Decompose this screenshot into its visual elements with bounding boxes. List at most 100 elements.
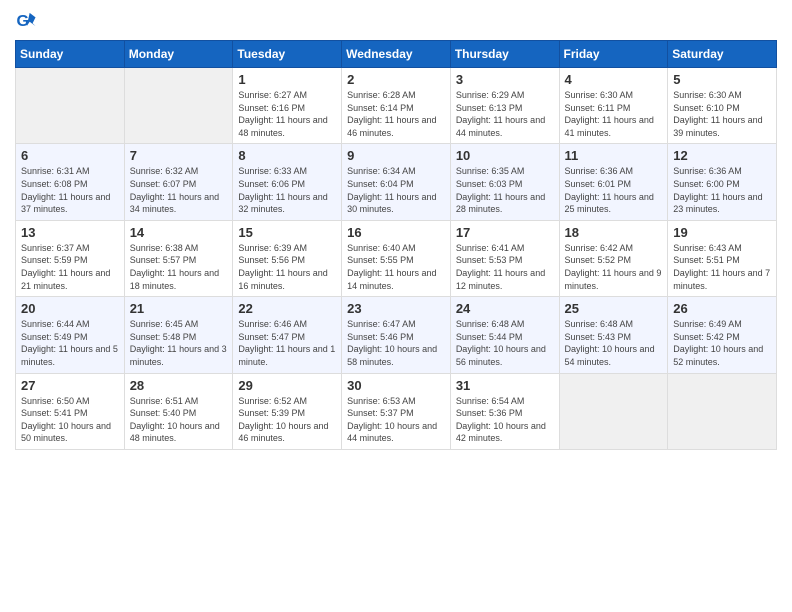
calendar-cell: 5 Sunrise: 6:30 AMSunset: 6:10 PMDaylight… [668, 68, 777, 144]
calendar-cell: 21 Sunrise: 6:45 AMSunset: 5:48 PMDayligh… [124, 297, 233, 373]
day-detail: Sunrise: 6:41 AMSunset: 5:53 PMDaylight:… [456, 242, 554, 292]
calendar-cell: 23Sunrise: 6:47 AMSunset: 5:46 PMDayligh… [342, 297, 451, 373]
day-number: 7 [130, 148, 228, 163]
day-detail: Sunrise: 6:48 AMSunset: 5:43 PMDaylight:… [565, 318, 663, 368]
day-detail: Sunrise: 6:54 AMSunset: 5:36 PMDaylight:… [456, 395, 554, 445]
day-number: 17 [456, 225, 554, 240]
calendar-cell: 31 Sunrise: 6:54 AMSunset: 5:36 PMDayligh… [450, 373, 559, 449]
day-number: 3 [456, 72, 554, 87]
day-detail: Sunrise: 6:42 AMSunset: 5:52 PMDaylight:… [565, 242, 663, 292]
col-friday: Friday [559, 41, 668, 68]
day-number: 5 [673, 72, 771, 87]
day-detail: Sunrise: 6:46 AMSunset: 5:47 PMDaylight:… [238, 318, 336, 368]
day-number: 30 [347, 378, 445, 393]
calendar-cell: 26 Sunrise: 6:49 AMSunset: 5:42 PMDayligh… [668, 297, 777, 373]
day-number: 11 [565, 148, 663, 163]
calendar-cell [16, 68, 125, 144]
day-number: 25 [565, 301, 663, 316]
col-saturday: Saturday [668, 41, 777, 68]
calendar-cell [559, 373, 668, 449]
day-number: 31 [456, 378, 554, 393]
day-detail: Sunrise: 6:30 AMSunset: 6:10 PMDaylight:… [673, 89, 771, 139]
col-wednesday: Wednesday [342, 41, 451, 68]
day-detail: Sunrise: 6:37 AMSunset: 5:59 PMDaylight:… [21, 242, 119, 292]
day-detail: Sunrise: 6:36 AMSunset: 6:00 PMDaylight:… [673, 165, 771, 215]
day-number: 13 [21, 225, 119, 240]
day-detail: Sunrise: 6:53 AMSunset: 5:37 PMDaylight:… [347, 395, 445, 445]
calendar-header-row: Sunday Monday Tuesday Wednesday Thursday… [16, 41, 777, 68]
logo: G [15, 10, 41, 32]
day-detail: Sunrise: 6:43 AMSunset: 5:51 PMDaylight:… [673, 242, 771, 292]
calendar-cell: 12Sunrise: 6:36 AMSunset: 6:00 PMDayligh… [668, 144, 777, 220]
calendar-cell: 22 Sunrise: 6:46 AMSunset: 5:47 PMDayligh… [233, 297, 342, 373]
calendar-cell: 2 Sunrise: 6:28 AMSunset: 6:14 PMDaylight… [342, 68, 451, 144]
calendar-cell: 16 Sunrise: 6:40 AMSunset: 5:55 PMDayligh… [342, 220, 451, 296]
day-number: 2 [347, 72, 445, 87]
day-number: 20 [21, 301, 119, 316]
day-detail: Sunrise: 6:51 AMSunset: 5:40 PMDaylight:… [130, 395, 228, 445]
day-number: 18 [565, 225, 663, 240]
page-header: G [15, 10, 777, 32]
calendar-cell: 30 Sunrise: 6:53 AMSunset: 5:37 PMDayligh… [342, 373, 451, 449]
calendar-cell: 19 Sunrise: 6:43 AMSunset: 5:51 PMDayligh… [668, 220, 777, 296]
day-detail: Sunrise: 6:49 AMSunset: 5:42 PMDaylight:… [673, 318, 771, 368]
day-number: 1 [238, 72, 336, 87]
calendar-cell: 29Sunrise: 6:52 AMSunset: 5:39 PMDayligh… [233, 373, 342, 449]
day-number: 14 [130, 225, 228, 240]
svg-text:G: G [16, 12, 29, 30]
calendar-cell [124, 68, 233, 144]
day-number: 4 [565, 72, 663, 87]
calendar-cell: 11Sunrise: 6:36 AMSunset: 6:01 PMDayligh… [559, 144, 668, 220]
calendar-cell: 15Sunrise: 6:39 AMSunset: 5:56 PMDayligh… [233, 220, 342, 296]
day-detail: Sunrise: 6:28 AMSunset: 6:14 PMDaylight:… [347, 89, 445, 139]
calendar-cell: 17 Sunrise: 6:41 AMSunset: 5:53 PMDayligh… [450, 220, 559, 296]
day-detail: Sunrise: 6:45 AMSunset: 5:48 PMDaylight:… [130, 318, 228, 368]
col-sunday: Sunday [16, 41, 125, 68]
calendar-cell: 14 Sunrise: 6:38 AMSunset: 5:57 PMDayligh… [124, 220, 233, 296]
logo-icon: G [15, 10, 37, 32]
day-number: 27 [21, 378, 119, 393]
day-number: 19 [673, 225, 771, 240]
calendar-cell: 27 Sunrise: 6:50 AMSunset: 5:41 PMDayligh… [16, 373, 125, 449]
day-number: 24 [456, 301, 554, 316]
day-detail: Sunrise: 6:33 AMSunset: 6:06 PMDaylight:… [238, 165, 336, 215]
calendar-cell: 8 Sunrise: 6:33 AMSunset: 6:06 PMDaylight… [233, 144, 342, 220]
calendar-cell: 10 Sunrise: 6:35 AMSunset: 6:03 PMDayligh… [450, 144, 559, 220]
day-detail: Sunrise: 6:48 AMSunset: 5:44 PMDaylight:… [456, 318, 554, 368]
day-number: 29 [238, 378, 336, 393]
day-number: 15 [238, 225, 336, 240]
day-detail: Sunrise: 6:27 AMSunset: 6:16 PMDaylight:… [238, 89, 336, 139]
day-number: 22 [238, 301, 336, 316]
calendar-cell: 13 Sunrise: 6:37 AMSunset: 5:59 PMDayligh… [16, 220, 125, 296]
day-number: 8 [238, 148, 336, 163]
calendar-cell: 7 Sunrise: 6:32 AMSunset: 6:07 PMDaylight… [124, 144, 233, 220]
calendar-cell: 4Sunrise: 6:30 AMSunset: 6:11 PMDaylight… [559, 68, 668, 144]
day-number: 10 [456, 148, 554, 163]
day-number: 16 [347, 225, 445, 240]
calendar-cell [668, 373, 777, 449]
calendar-cell: 24 Sunrise: 6:48 AMSunset: 5:44 PMDayligh… [450, 297, 559, 373]
day-number: 26 [673, 301, 771, 316]
day-detail: Sunrise: 6:35 AMSunset: 6:03 PMDaylight:… [456, 165, 554, 215]
day-detail: Sunrise: 6:32 AMSunset: 6:07 PMDaylight:… [130, 165, 228, 215]
day-number: 9 [347, 148, 445, 163]
day-detail: Sunrise: 6:50 AMSunset: 5:41 PMDaylight:… [21, 395, 119, 445]
day-detail: Sunrise: 6:29 AMSunset: 6:13 PMDaylight:… [456, 89, 554, 139]
day-number: 28 [130, 378, 228, 393]
calendar-cell: 28 Sunrise: 6:51 AMSunset: 5:40 PMDayligh… [124, 373, 233, 449]
calendar-cell: 9 Sunrise: 6:34 AMSunset: 6:04 PMDaylight… [342, 144, 451, 220]
calendar-cell: 18 Sunrise: 6:42 AMSunset: 5:52 PMDayligh… [559, 220, 668, 296]
day-number: 21 [130, 301, 228, 316]
day-detail: Sunrise: 6:34 AMSunset: 6:04 PMDaylight:… [347, 165, 445, 215]
col-tuesday: Tuesday [233, 41, 342, 68]
calendar-cell: 20 Sunrise: 6:44 AMSunset: 5:49 PMDayligh… [16, 297, 125, 373]
calendar-cell: 1 Sunrise: 6:27 AMSunset: 6:16 PMDaylight… [233, 68, 342, 144]
day-number: 6 [21, 148, 119, 163]
calendar-cell: 6Sunrise: 6:31 AMSunset: 6:08 PMDaylight… [16, 144, 125, 220]
calendar-cell: 25 Sunrise: 6:48 AMSunset: 5:43 PMDayligh… [559, 297, 668, 373]
col-monday: Monday [124, 41, 233, 68]
day-detail: Sunrise: 6:40 AMSunset: 5:55 PMDaylight:… [347, 242, 445, 292]
day-detail: Sunrise: 6:38 AMSunset: 5:57 PMDaylight:… [130, 242, 228, 292]
day-number: 23 [347, 301, 445, 316]
day-detail: Sunrise: 6:44 AMSunset: 5:49 PMDaylight:… [21, 318, 119, 368]
